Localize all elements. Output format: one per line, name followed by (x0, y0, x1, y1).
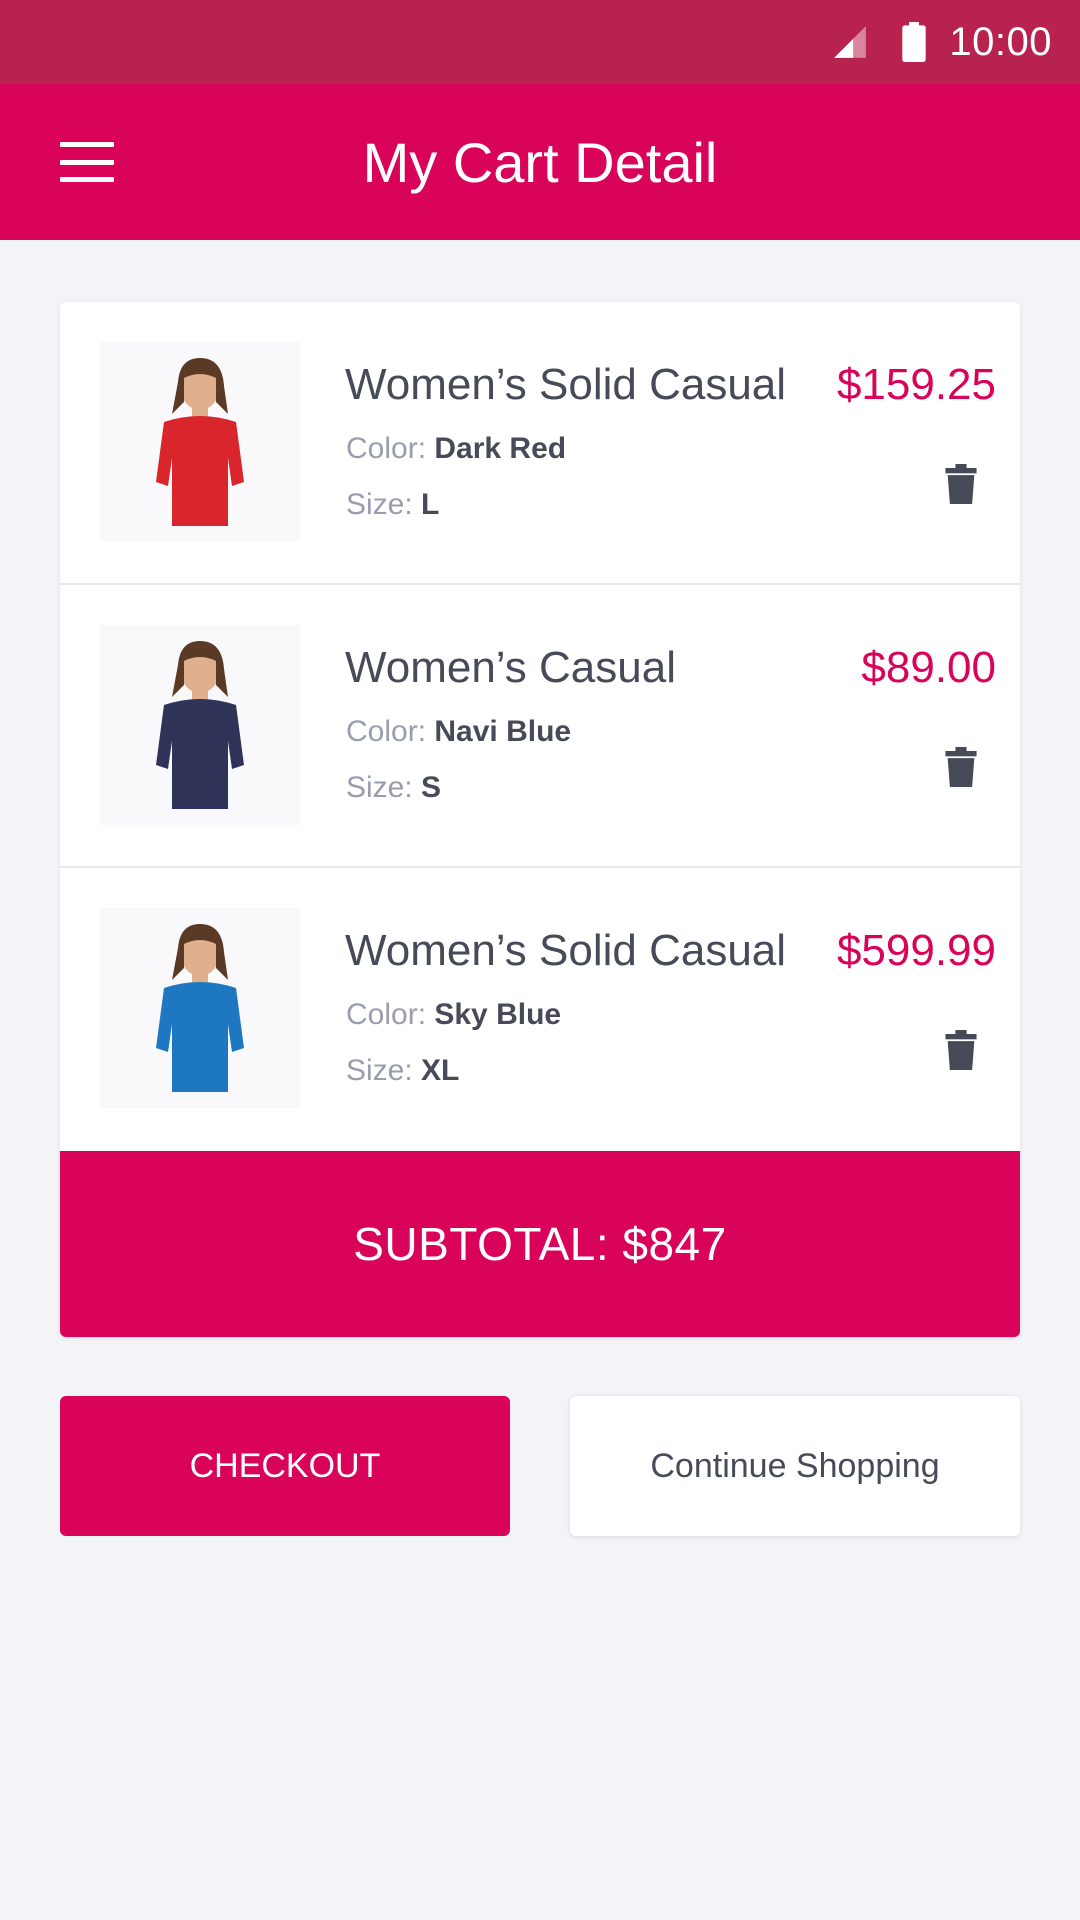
color-value: Dark Red (434, 432, 567, 465)
product-size: Size: S (346, 771, 441, 805)
product-image[interactable] (100, 342, 300, 542)
product-name[interactable]: Women’s Solid Casual (345, 926, 786, 976)
product-price: $159.25 (836, 360, 996, 409)
battery-icon (902, 22, 927, 62)
continue-shopping-button[interactable]: Continue Shopping (570, 1396, 1020, 1536)
subtotal-bar: SUBTOTAL: $847 (60, 1151, 1020, 1337)
hamburger-menu-icon[interactable] (60, 142, 114, 182)
product-image-graphic (156, 641, 244, 809)
cart-item[interactable]: Women’s Solid Casual $599.99 Color: Sky … (60, 868, 1020, 1151)
cart-item[interactable]: Women’s Casual $89.00 Color: Navi Blue S… (60, 585, 1020, 868)
size-value: L (421, 488, 440, 521)
trash-icon[interactable] (944, 1030, 978, 1070)
status-time: 10:00 (949, 19, 1052, 64)
color-label: Color: (346, 715, 435, 748)
size-value: S (421, 771, 442, 804)
size-label: Size: (346, 1054, 422, 1087)
size-label: Size: (346, 771, 422, 804)
checkout-label: CHECKOUT (189, 1446, 381, 1485)
size-value: XL (421, 1054, 460, 1087)
product-image[interactable] (100, 625, 300, 825)
product-size: Size: XL (346, 1054, 459, 1088)
cart-item[interactable]: Women’s Solid Casual $159.25 Color: Dark… (60, 302, 1020, 585)
status-bar: 10:00 (0, 0, 1080, 84)
product-color: Color: Dark Red (346, 432, 566, 466)
checkout-button[interactable]: CHECKOUT (60, 1396, 510, 1536)
product-price: $599.99 (836, 926, 996, 975)
product-price: $89.00 (861, 643, 996, 692)
product-size: Size: L (346, 488, 439, 522)
subtotal-label: SUBTOTAL: $847 (353, 1218, 727, 1270)
product-name[interactable]: Women’s Casual (345, 643, 676, 693)
color-value: Navi Blue (434, 715, 572, 748)
size-label: Size: (346, 488, 422, 521)
product-name[interactable]: Women’s Solid Casual (345, 360, 786, 410)
cart-card: Women’s Solid Casual $159.25 Color: Dark… (60, 302, 1020, 1337)
trash-icon[interactable] (944, 747, 978, 787)
cart-item-list: Women’s Solid Casual $159.25 Color: Dark… (60, 302, 1020, 1151)
color-value: Sky Blue (434, 998, 562, 1031)
cell-signal-icon (834, 26, 867, 58)
product-color: Color: Navi Blue (346, 715, 571, 749)
page-title: My Cart Detail (362, 130, 718, 194)
product-image-graphic (156, 924, 244, 1092)
product-image-graphic (156, 358, 244, 526)
product-image[interactable] (100, 908, 300, 1108)
continue-shopping-label: Continue Shopping (650, 1446, 940, 1485)
app-bar: My Cart Detail (0, 84, 1080, 240)
color-label: Color: (346, 998, 435, 1031)
color-label: Color: (346, 432, 435, 465)
trash-icon[interactable] (944, 464, 978, 504)
product-color: Color: Sky Blue (346, 998, 561, 1032)
